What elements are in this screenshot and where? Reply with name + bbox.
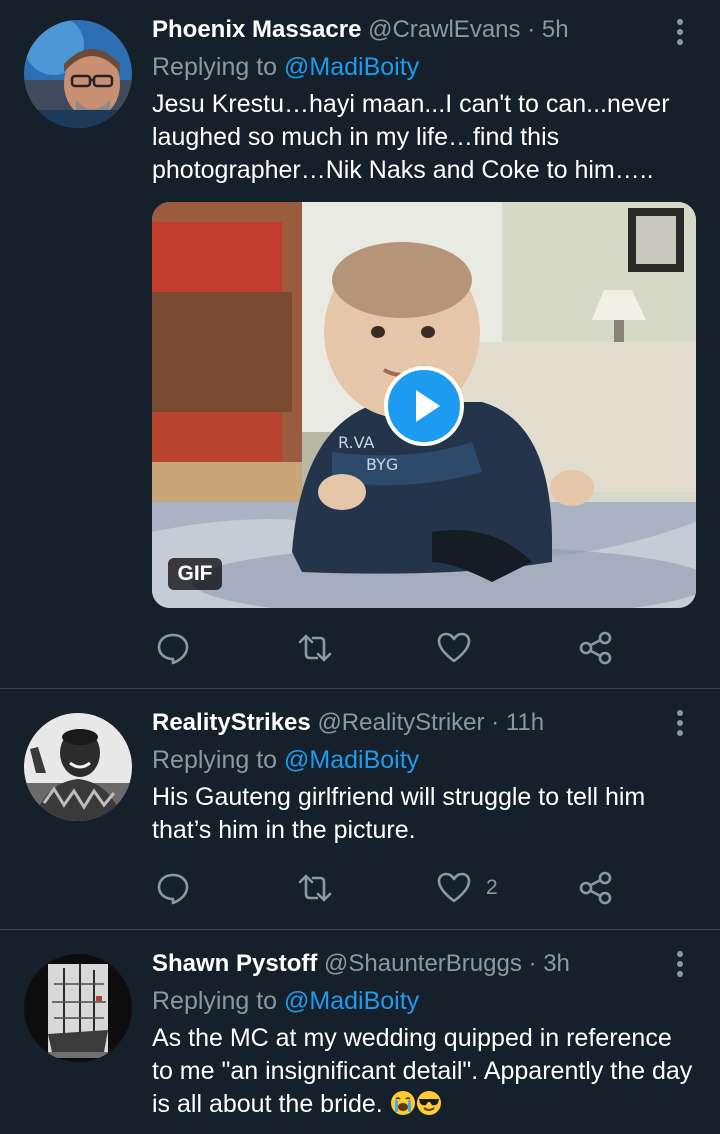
reply-button[interactable] bbox=[155, 868, 205, 908]
retweet-button[interactable] bbox=[297, 628, 347, 668]
timestamp[interactable]: 3h bbox=[543, 950, 570, 977]
more-options-button[interactable] bbox=[662, 14, 698, 50]
avatar[interactable] bbox=[24, 954, 132, 1062]
heart-icon bbox=[437, 872, 471, 903]
avatar-photo bbox=[24, 20, 132, 128]
author-name[interactable]: RealityStrikes bbox=[152, 709, 311, 736]
replying-to-label: Replying to bbox=[152, 987, 285, 1015]
tweet-text-wrapper: As the MC at my wedding quipped in refer… bbox=[152, 1022, 697, 1121]
gif-badge: GIF bbox=[168, 558, 222, 590]
share-button[interactable] bbox=[578, 868, 628, 908]
tweet[interactable]: Phoenix Massacre @CrawlEvans · 5h Replyi… bbox=[0, 0, 720, 688]
tweet-text: His Gauteng girlfriend will struggle to … bbox=[152, 783, 653, 844]
retweet-button[interactable] bbox=[297, 868, 347, 908]
svg-text:R.VA: R.VA bbox=[338, 433, 375, 452]
tweet[interactable]: RealityStrikes @RealityStriker · 11h Rep… bbox=[0, 689, 720, 929]
smiling-face-with-sunglasses-emoji bbox=[416, 1091, 441, 1115]
author-name[interactable]: Shawn Pystoff bbox=[152, 950, 317, 977]
more-vertical-icon bbox=[677, 710, 683, 736]
author-name[interactable]: Phoenix Massacre bbox=[152, 16, 361, 43]
retweet-icon bbox=[298, 634, 332, 662]
share-icon bbox=[579, 631, 612, 665]
author-handle[interactable]: @RealityStriker bbox=[317, 709, 484, 736]
avatar[interactable] bbox=[24, 713, 132, 821]
avatar[interactable] bbox=[24, 20, 132, 128]
mention-link[interactable]: @MadiBoity bbox=[284, 987, 419, 1015]
reply-icon bbox=[157, 633, 189, 665]
like-button[interactable] bbox=[436, 628, 486, 668]
retweet-icon bbox=[298, 874, 332, 902]
mention-link[interactable]: @MadiBoity bbox=[284, 746, 419, 774]
tweet[interactable]: Shawn Pystoff @ShaunterBruggs · 3h Reply… bbox=[0, 930, 720, 1134]
play-icon bbox=[416, 390, 440, 422]
more-vertical-icon bbox=[677, 19, 683, 45]
mention-link[interactable]: @MadiBoity bbox=[284, 53, 419, 81]
separator-dot: · bbox=[527, 16, 536, 43]
share-button[interactable] bbox=[578, 628, 628, 668]
reply-icon bbox=[157, 873, 189, 905]
author-handle[interactable]: @CrawlEvans bbox=[368, 16, 520, 43]
timestamp[interactable]: 5h bbox=[542, 16, 569, 43]
separator-dot: · bbox=[528, 950, 537, 977]
tweet-actions: 2 bbox=[152, 868, 697, 908]
avatar-photo bbox=[24, 954, 132, 1062]
replying-to-label: Replying to bbox=[152, 746, 285, 774]
tweet-text: Jesu Krestu…hayi maan...I can't to can..… bbox=[152, 90, 677, 184]
avatar-photo bbox=[24, 713, 132, 821]
like-count: 2 bbox=[486, 876, 498, 899]
replying-to-label: Replying to bbox=[152, 53, 285, 81]
svg-text:BYG: BYG bbox=[366, 455, 398, 474]
author-handle[interactable]: @ShaunterBruggs bbox=[324, 950, 522, 977]
like-button[interactable]: 2 bbox=[436, 868, 498, 908]
play-button[interactable] bbox=[384, 366, 464, 446]
heart-icon bbox=[437, 632, 471, 663]
reply-button[interactable] bbox=[155, 628, 205, 668]
timestamp[interactable]: 11h bbox=[506, 709, 544, 736]
gif-media[interactable]: R.VA BYG GIF bbox=[152, 202, 696, 608]
tweet-actions bbox=[152, 628, 697, 668]
loudly-crying-face-emoji bbox=[390, 1091, 415, 1115]
more-vertical-icon bbox=[677, 951, 683, 977]
separator-dot: · bbox=[491, 709, 500, 736]
more-options-button[interactable] bbox=[662, 705, 698, 741]
share-icon bbox=[579, 871, 612, 905]
more-options-button[interactable] bbox=[662, 946, 698, 982]
